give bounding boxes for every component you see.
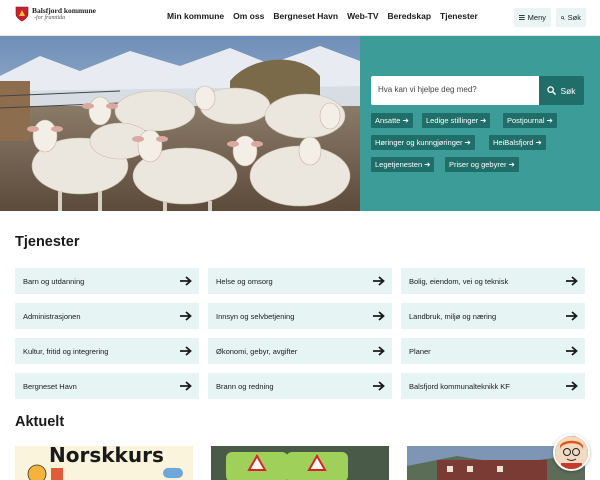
service-label: Økonomi, gebyr, avgifter [216,346,298,356]
chat-avatar-icon [555,436,588,469]
arrow-right-icon [373,346,385,356]
news-card-image [211,446,389,480]
quick-link-label: HeiBalsfjord [493,138,534,147]
quick-link-label: Postjournal [507,116,545,125]
service-kultur[interactable]: Kultur, fritid og integrering [15,338,199,364]
search-icon [547,86,557,95]
chat-assistant-button[interactable] [553,434,590,471]
service-helse-og-omsorg[interactable]: Helse og omsorg [208,268,392,294]
service-label: Kultur, fritid og integrering [23,346,109,356]
arrow-right-icon: ➔ [424,160,431,169]
logo-tagline: -for framtida [34,15,66,22]
service-label: Balsfjord kommunalteknikk KF [409,381,510,391]
arrow-right-icon [180,381,192,391]
service-label: Innsyn og selvbetjening [216,311,295,321]
service-label: Administrasjonen [23,311,81,321]
service-label: Barn og utdanning [23,276,85,286]
search-icon [561,15,565,20]
arrow-right-icon [180,311,192,321]
hero-search-panel: Hva kan vi hjelpe deg med? Søk Ansatte ➔… [360,36,600,211]
service-label: Landbruk, miljø og næring [409,311,497,321]
nav-om-oss[interactable]: Om oss [233,11,264,21]
service-innsyn[interactable]: Innsyn og selvbetjening [208,303,392,329]
arrow-right-icon [373,381,385,391]
quick-link-label: Høringer og kunngjøringer [375,138,463,147]
arrow-right-icon [566,311,578,321]
logo-name: Balsfjord kommune [32,5,96,15]
service-okonomi[interactable]: Økonomi, gebyr, avgifter [208,338,392,364]
quick-link-label: Ledige stillinger [426,116,479,125]
service-landbruk[interactable]: Landbruk, miljø og næring [401,303,585,329]
menu-button[interactable]: Meny [514,8,551,27]
quick-link-priser-og-gebyrer[interactable]: Priser og gebyrer ➔ [445,157,519,172]
nav-bergneset-havn[interactable]: Bergneset Havn [273,11,338,21]
arrow-right-icon: ➔ [546,116,553,125]
service-brann-og-redning[interactable]: Brann og redning [208,373,392,399]
arrow-right-icon [180,346,192,356]
arrow-right-icon [180,276,192,286]
header-search-label: Søk [567,13,581,22]
service-planer[interactable]: Planer [401,338,585,364]
news-card-traffic[interactable] [211,446,389,480]
header-search-button[interactable]: Søk [556,8,586,27]
site-logo[interactable]: Balsfjord kommune -for framtida [15,6,96,22]
service-label: Planer [409,346,431,356]
arrow-right-icon: ➔ [480,116,487,125]
arrow-right-icon [566,276,578,286]
hero: Hva kan vi hjelpe deg med? Søk Ansatte ➔… [0,36,600,211]
service-bergneset-havn[interactable]: Bergneset Havn [15,373,199,399]
services-title: Tjenester [15,234,80,250]
arrow-right-icon [373,276,385,286]
service-label: Bolig, eiendom, vei og teknisk [409,276,509,286]
quick-link-label: Ansatte [375,116,401,125]
hero-search-label: Søk [560,85,576,96]
quick-link-legetjenesten[interactable]: Legetjenesten ➔ [371,157,435,172]
quick-link-heibalsfjord[interactable]: HeiBalsfjord ➔ [489,135,546,150]
service-label: Bergneset Havn [23,381,77,391]
service-kommunalteknikk[interactable]: Balsfjord kommunalteknikk KF [401,373,585,399]
service-barn-og-utdanning[interactable]: Barn og utdanning [15,268,199,294]
arrow-right-icon: ➔ [508,160,515,169]
shield-logo-icon [15,6,29,22]
arrow-right-icon: ➔ [402,116,409,125]
nav-min-kommune[interactable]: Min kommune [167,11,224,21]
service-administrasjonen[interactable]: Administrasjonen [15,303,199,329]
arrow-right-icon [566,346,578,356]
news-card-norskkurs[interactable]: Norskkurs [15,446,193,480]
service-bolig-eiendom[interactable]: Bolig, eiendom, vei og teknisk [401,268,585,294]
site-header: Balsfjord kommune -for framtida Min komm… [0,0,600,36]
arrow-right-icon: ➔ [535,138,542,147]
main-nav: Min kommune Om oss Bergneset Havn Web-TV… [167,11,478,21]
nav-beredskap[interactable]: Beredskap [388,11,431,21]
arrow-right-icon [373,311,385,321]
hamburger-icon [519,15,525,20]
menu-label: Meny [527,13,546,22]
hero-search-input[interactable]: Hva kan vi hjelpe deg med? [371,76,539,105]
news-title: Aktuelt [15,414,65,430]
service-label: Helse og omsorg [216,276,273,286]
hero-search-button[interactable]: Søk [539,76,584,105]
quick-link-ledige-stillinger[interactable]: Ledige stillinger ➔ [422,113,491,128]
nav-tjenester[interactable]: Tjenester [440,11,478,21]
news-card-heading: Norskkurs [49,446,164,467]
quick-link-horinger[interactable]: Høringer og kunngjøringer ➔ [371,135,475,150]
quick-link-label: Priser og gebyrer [449,160,507,169]
nav-web-tv[interactable]: Web-TV [347,11,378,21]
quick-link-postjournal[interactable]: Postjournal ➔ [503,113,557,128]
arrow-right-icon [566,381,578,391]
hero-image-sheep [0,36,360,211]
service-label: Brann og redning [216,381,274,391]
quick-link-label: Legetjenesten [375,160,423,169]
arrow-right-icon: ➔ [464,138,471,147]
quick-link-ansatte[interactable]: Ansatte ➔ [371,113,413,128]
